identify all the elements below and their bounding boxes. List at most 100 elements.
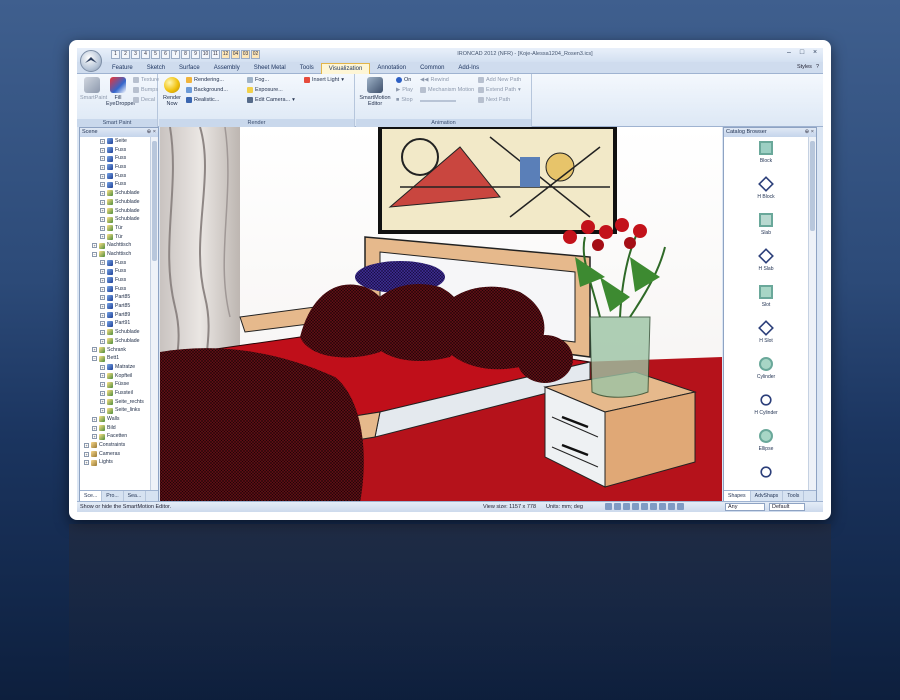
expand-icon[interactable]: − [92,251,97,257]
scrollbar-thumb[interactable] [810,141,815,231]
fog-button[interactable]: Fog... [247,77,269,83]
zoom-window-icon[interactable] [614,503,621,510]
expand-icon[interactable]: − [92,356,97,362]
expand-icon[interactable]: + [100,156,105,162]
time-slider[interactable] [420,100,456,102]
tree-item[interactable]: + Seite [80,137,150,146]
expand-icon[interactable]: + [100,199,105,205]
catalog-item[interactable]: Slab [724,209,808,245]
render-mode-icon[interactable] [668,503,675,510]
catalog-item[interactable]: Slot [724,281,808,317]
expand-icon[interactable]: + [100,173,105,179]
app-menu-button[interactable] [80,50,102,72]
play-button[interactable]: ▶ Play [396,87,413,93]
expand-icon[interactable]: + [100,364,105,370]
tree-item[interactable]: + Fuss [80,267,150,276]
pan-icon[interactable] [623,503,630,510]
expand-icon[interactable]: + [92,425,97,431]
expand-icon[interactable]: + [100,277,105,283]
tree-item[interactable]: + Lights [80,458,150,467]
expand-icon[interactable]: + [100,303,105,309]
mechanism-motion-button[interactable]: Mechanism Motion [420,87,474,93]
expand-icon[interactable]: + [84,460,89,466]
scene-scrollbar[interactable] [150,137,158,490]
style-select[interactable]: Default [769,503,805,511]
next-path-button[interactable]: Next Path [478,97,510,103]
fit-icon[interactable] [641,503,648,510]
add-new-path-button[interactable]: Add New Path [478,77,521,83]
scrollbar-thumb[interactable] [152,141,157,261]
tree-item[interactable]: + Füsse [80,380,150,389]
expand-icon[interactable]: + [100,338,105,344]
rewind-button[interactable]: ◀◀ Rewind [420,77,449,83]
tree-item[interactable]: + Fuss [80,146,150,155]
tree-item[interactable]: + Fuss [80,180,150,189]
smartpaint-button[interactable]: SmartPaint [80,77,107,101]
expand-icon[interactable]: + [100,390,105,396]
tree-item[interactable]: + Matratze [80,363,150,372]
tab-add-ins[interactable]: Add-Ins [451,63,486,74]
tab-assembly[interactable]: Assembly [207,63,247,74]
expand-icon[interactable]: + [100,147,105,153]
expand-icon[interactable]: + [100,164,105,170]
decal-button[interactable]: Decal [133,97,155,103]
expand-icon[interactable]: + [100,286,105,292]
help-icon[interactable]: ? [816,64,819,70]
expand-icon[interactable]: + [100,373,105,379]
expand-icon[interactable]: + [100,260,105,266]
edit-camera-button[interactable]: Edit Camera... ▾ [247,97,295,103]
tab-sketch[interactable]: Sketch [140,63,172,74]
styles-button[interactable]: Styles [797,64,812,70]
expand-icon[interactable]: + [100,399,105,405]
tree-item[interactable]: + Schublade [80,207,150,216]
tree-item[interactable]: + Walls [80,415,150,424]
smartmotion-editor-button[interactable]: SmartMotion Editor [359,77,391,107]
catalog-scrollbar[interactable] [808,137,816,490]
bumps-button[interactable]: Bumps [133,87,158,93]
expand-icon[interactable]: + [84,442,89,448]
catalog-item[interactable]: H Cylinder [724,389,808,425]
tree-item[interactable]: + Tür [80,233,150,242]
catalog-item[interactable]: H Slot [724,317,808,353]
texture-button[interactable]: Texture [133,77,159,83]
expand-icon[interactable]: + [100,182,105,188]
tree-item[interactable]: + Seite_links [80,406,150,415]
pin-icon[interactable]: ⊕ × [805,128,814,137]
tree-item[interactable]: + Schublade [80,215,150,224]
tree-item[interactable]: + Part91 [80,319,150,328]
camera-view-icon[interactable] [677,503,684,510]
stop-button[interactable]: ■ Stop [396,97,413,103]
tree-item[interactable]: + Schublade [80,189,150,198]
zoom-icon[interactable] [605,503,612,510]
tree-item[interactable]: + Fuss [80,276,150,285]
background-button[interactable]: Background... [186,87,228,93]
view-icon[interactable] [650,503,657,510]
tree-item[interactable]: + Tür [80,224,150,233]
catalog-item[interactable]: H Slab [724,245,808,281]
catalog-item[interactable]: Block [724,137,808,173]
catalog-item[interactable] [724,461,808,490]
tree-item[interactable]: − Nachttisch [80,250,150,259]
tree-item[interactable]: + Part85 [80,293,150,302]
expand-icon[interactable]: + [100,190,105,196]
exposure-button[interactable]: Exposure... [247,87,283,93]
tree-item[interactable]: + Kopfteil [80,372,150,381]
expand-icon[interactable]: + [100,382,105,388]
expand-icon[interactable]: + [100,321,105,327]
pin-icon[interactable]: ⊕ × [147,128,156,137]
tree-item[interactable]: + Fuss [80,163,150,172]
tree-item[interactable]: + Fuss [80,285,150,294]
catalog-item[interactable]: H Block [724,173,808,209]
insert-light-button[interactable]: Insert Light ▾ [304,77,344,83]
tree-item[interactable]: + Nachttisch [80,241,150,250]
shade-icon[interactable] [659,503,666,510]
tree-item[interactable]: + Fuss [80,259,150,268]
tab-sheet-metal[interactable]: Sheet Metal [247,63,293,74]
tree-item[interactable]: + Schublade [80,328,150,337]
expand-icon[interactable]: + [92,243,97,249]
expand-icon[interactable]: + [100,234,105,240]
tree-item[interactable]: + Schrank [80,346,150,355]
render-now-button[interactable]: Render Now [162,77,182,107]
tab-feature[interactable]: Feature [105,63,140,74]
expand-icon[interactable]: + [92,416,97,422]
